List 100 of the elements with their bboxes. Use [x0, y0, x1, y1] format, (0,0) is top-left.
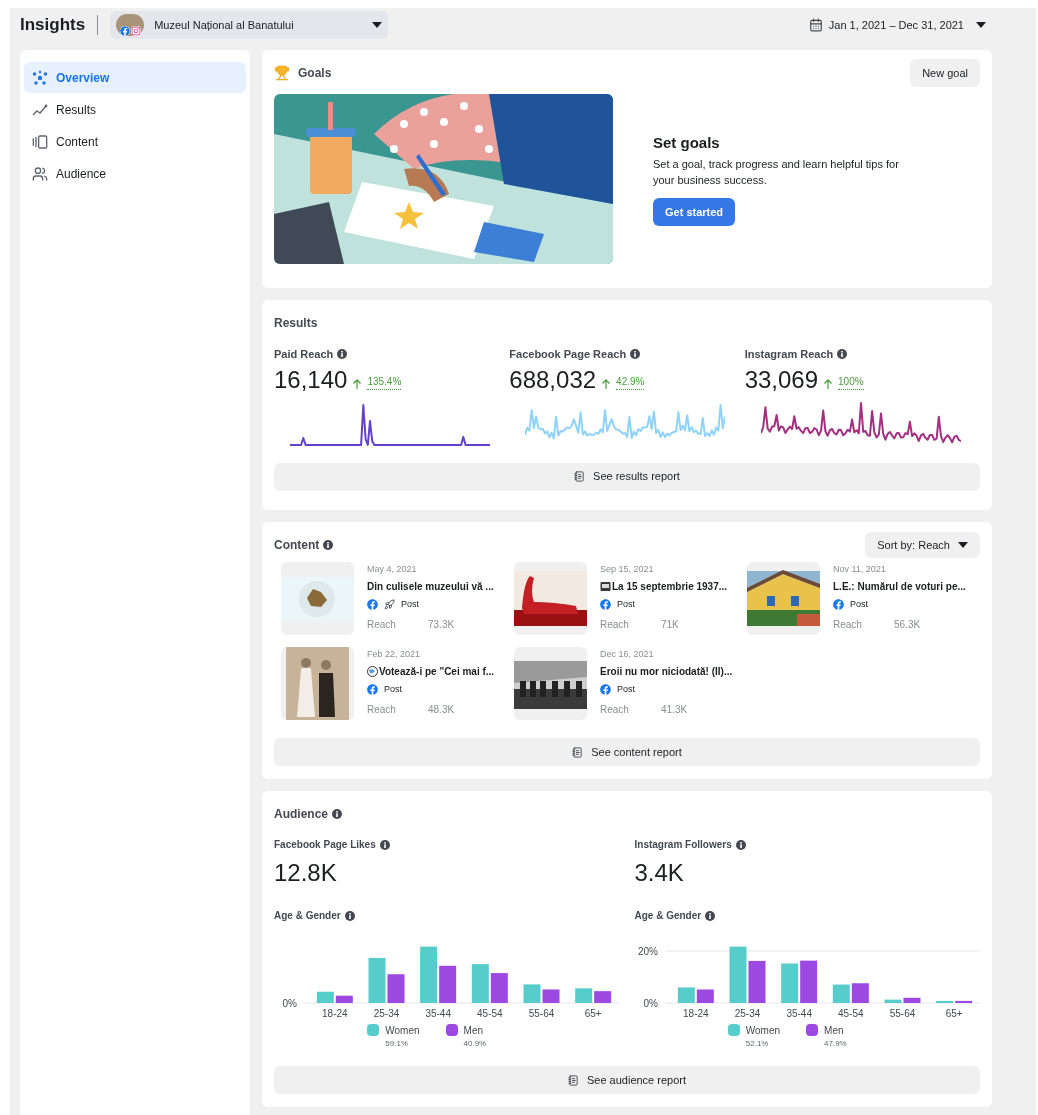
instagram-icon [131, 26, 142, 36]
axis-label: 45-54 [477, 1008, 503, 1019]
legend-label: Women [385, 1024, 420, 1038]
change-percent: 135.4% [367, 373, 402, 390]
bar [523, 984, 541, 1003]
metric-label: Instagram Reach [744, 347, 834, 362]
sidebar-item[interactable]: Content [24, 126, 246, 157]
bar [696, 989, 714, 1003]
chart-title: Age & Gender [274, 909, 341, 923]
post-date: Dec 16, 2021 [600, 648, 655, 661]
metric-label: Facebook Page Reach [509, 347, 627, 362]
post-title: Din culisele muzeului vă ... [367, 579, 494, 594]
facebook-icon [600, 598, 611, 610]
post-date: Feb 22, 2021 [367, 648, 422, 661]
sidebar-item[interactable]: Audience [24, 158, 246, 189]
facebook-icon [367, 683, 378, 695]
bar [677, 987, 695, 1003]
sidebar-item[interactable]: Overview [24, 62, 246, 93]
legend-label: Men [824, 1024, 845, 1038]
report-icon [574, 471, 586, 482]
new-goal-button[interactable]: New goal [910, 59, 980, 87]
caret-icon [958, 542, 968, 548]
post-title: L.E.: Numărul de voturi pe... [833, 579, 966, 594]
bar [780, 963, 798, 1003]
info-icon[interactable] [379, 839, 390, 850]
info-icon[interactable] [332, 809, 342, 819]
change-percent: 100% [838, 373, 864, 390]
facebook-icon [120, 26, 131, 36]
metric-value: 12.8K [274, 858, 338, 888]
reach-label: Reach [833, 618, 863, 632]
info-icon[interactable] [337, 349, 348, 360]
legend-share: 59.1% [385, 1038, 409, 1050]
reach-label: Reach [600, 703, 630, 717]
sidebar-item[interactable]: Results [24, 94, 246, 125]
see-audience-report-button[interactable]: See audience report [274, 1066, 980, 1094]
network-icon [32, 69, 48, 86]
reach-label: Reach [600, 618, 630, 632]
reach-value: 73.3K [428, 618, 455, 632]
trophy-icon [274, 65, 290, 81]
post-date: Sep 15, 2021 [600, 563, 655, 576]
reach-value: 56.3K [894, 618, 921, 632]
chart-title: Age & Gender [634, 909, 702, 923]
post-title: Votează-i pe "Cei mai f... [379, 664, 495, 679]
legend-share: 52.1% [745, 1038, 770, 1050]
axis-label: 65+ [945, 1008, 963, 1019]
up-arrow-icon [353, 378, 362, 389]
calendar-icon [808, 18, 823, 32]
page-title: Insights [20, 14, 86, 37]
info-icon[interactable] [735, 839, 746, 850]
see-results-report-button[interactable]: See results report [274, 462, 980, 491]
metric-label: Paid Reach [274, 347, 334, 362]
card-title: Audience [274, 806, 328, 823]
facebook-icon [367, 598, 378, 610]
see-content-report-button[interactable]: See content report [274, 738, 980, 766]
post-type: Post [384, 682, 402, 696]
info-icon[interactable] [344, 910, 355, 921]
axis-label: 45-54 [837, 1008, 864, 1019]
post-type: Post [617, 597, 635, 611]
bar [729, 946, 746, 1003]
axis-label: 18-24 [682, 1008, 709, 1019]
bar [884, 999, 901, 1003]
axis-label: 35-44 [785, 1008, 812, 1019]
card-title: Results [274, 315, 319, 332]
metric-value: 16,140 [274, 364, 348, 395]
caret-icon [976, 22, 986, 28]
globe-icon [367, 665, 378, 677]
get-started-button[interactable]: Get started [653, 198, 736, 227]
reach-value: 41.3K [661, 703, 688, 717]
bar [471, 964, 489, 1003]
reach-value: 71K [661, 618, 679, 632]
info-icon[interactable] [630, 349, 641, 360]
reach-value: 48.3K [428, 703, 455, 717]
post-type: Post [617, 682, 635, 696]
info-icon[interactable] [705, 910, 716, 921]
axis-label: 25-34 [373, 1008, 400, 1019]
goals-heading: Set goals [653, 132, 721, 153]
post-date: May 4, 2021 [367, 563, 418, 576]
axis-label: 18-24 [322, 1008, 348, 1019]
bar [832, 984, 850, 1003]
post-type: Post [850, 597, 868, 611]
axis-label: 55-64 [528, 1008, 555, 1019]
post-date: Nov 11, 2021 [833, 563, 887, 576]
legend-label: Women [745, 1024, 781, 1038]
facebook-icon [833, 598, 844, 610]
date-range-selector[interactable]: Jan 1, 2021 – Dec 31, 2021 [808, 16, 986, 34]
page-selector[interactable]: Muzeul Național al Banatului [110, 11, 389, 39]
bar [851, 983, 869, 1003]
bar [575, 988, 593, 1003]
up-arrow-icon [602, 378, 611, 389]
info-icon[interactable] [323, 540, 334, 550]
bar [490, 973, 508, 1003]
metric-label: Facebook Page Likes [274, 838, 376, 852]
axis-label: 55-64 [889, 1008, 915, 1019]
info-icon[interactable] [837, 349, 848, 360]
card-title: Goals [298, 65, 332, 82]
card-title: Content [274, 537, 320, 554]
report-icon [567, 1074, 579, 1086]
post-title: Eroii nu mor niciodată! (II)... [600, 664, 733, 679]
metric-value: 688,032 [509, 364, 597, 395]
sort-dropdown[interactable]: Sort by: Reach [865, 532, 980, 558]
